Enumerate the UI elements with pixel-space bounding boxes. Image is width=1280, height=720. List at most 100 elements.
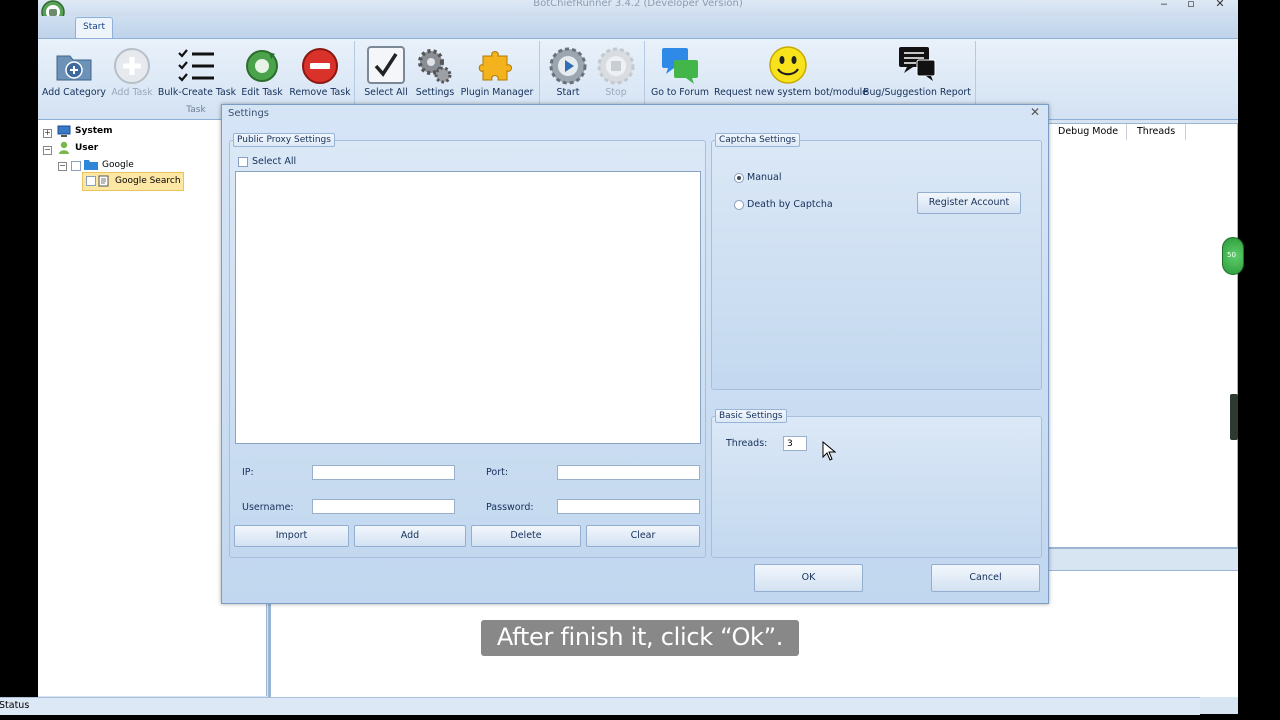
video-caption: After finish it, click “Ok”. xyxy=(481,620,799,656)
select-all-label: Select All xyxy=(364,87,408,98)
captcha-settings-group: Captcha Settings Manual Death by Captcha… xyxy=(711,133,1042,390)
play-gear-icon xyxy=(549,47,587,85)
add-category-label: Add Category xyxy=(42,87,106,98)
import-button[interactable]: Import xyxy=(234,525,349,547)
side-scroll-tab[interactable] xyxy=(1230,394,1238,440)
proxy-list[interactable] xyxy=(235,171,701,444)
threads-field[interactable] xyxy=(783,436,807,451)
task-list-panel: Debug Mode Threads xyxy=(1047,123,1238,548)
refresh-gear-icon xyxy=(246,50,278,82)
computer-icon xyxy=(57,125,71,137)
cancel-button[interactable]: Cancel xyxy=(931,564,1040,592)
mouse-cursor-icon xyxy=(822,441,836,461)
bulk-create-task-button[interactable]: Bulk-Create Task xyxy=(158,41,236,103)
basic-settings-group: Basic Settings Threads: xyxy=(711,409,1042,558)
captcha-settings-title: Captcha Settings xyxy=(715,133,800,147)
stop-label: Stop xyxy=(605,87,627,98)
folder-icon xyxy=(84,160,98,170)
tree-expand-toggle[interactable]: + xyxy=(43,129,52,138)
folder-add-icon xyxy=(56,55,92,81)
dialog-title: Settings xyxy=(228,108,270,119)
bulk-create-label: Bulk-Create Task xyxy=(157,87,237,98)
tree-node-google[interactable]: Google xyxy=(102,160,134,170)
task-page-icon xyxy=(98,175,109,187)
title-bar: BotChiefRunner 3.4.2 (Developer Version)… xyxy=(38,0,1238,24)
ip-label: IP: xyxy=(242,467,254,478)
checklist-icon xyxy=(178,49,214,82)
start-button[interactable]: Start xyxy=(546,41,590,103)
tree-node-user[interactable]: User xyxy=(75,143,98,153)
add-task-label: Add Task xyxy=(111,87,153,98)
tree-collapse-toggle[interactable]: − xyxy=(43,146,52,155)
password-field[interactable] xyxy=(557,499,700,514)
edit-task-label: Edit Task xyxy=(241,87,283,98)
maximize-button[interactable]: ▫ xyxy=(1182,0,1200,10)
proxy-settings-group: Public Proxy Settings Select All IP: Por… xyxy=(229,133,706,558)
select-all-label: Select All xyxy=(252,156,297,167)
settings-dialog: Settings ✕ Public Proxy Settings Select … xyxy=(221,104,1049,604)
remove-task-label: Remove Task xyxy=(289,87,351,98)
clear-proxy-button[interactable]: Clear xyxy=(586,525,700,547)
port-label: Port: xyxy=(486,467,509,478)
remove-task-button[interactable]: Remove Task xyxy=(289,41,351,103)
tree-node-google-search[interactable]: Google Search xyxy=(115,176,181,186)
tree-checkbox[interactable] xyxy=(71,161,81,171)
checkbox-icon xyxy=(367,46,405,84)
edit-task-button[interactable]: Edit Task xyxy=(239,41,285,103)
bug-report-button[interactable]: Bug/Suggestion Report xyxy=(863,41,971,103)
add-proxy-button[interactable]: Add xyxy=(354,525,466,547)
select-all-button[interactable]: Select All xyxy=(364,41,408,103)
port-field[interactable] xyxy=(557,465,700,480)
tree-node-system[interactable]: System xyxy=(75,126,113,136)
ip-field[interactable] xyxy=(312,465,455,480)
stop-button[interactable]: Stop xyxy=(594,41,638,103)
username-label: Username: xyxy=(242,502,294,513)
minimize-button[interactable]: ‒ xyxy=(1155,0,1173,10)
settings-button[interactable]: Settings xyxy=(415,41,455,103)
register-account-button[interactable]: Register Account xyxy=(917,192,1021,214)
manual-radio[interactable] xyxy=(734,173,744,183)
bug-report-label: Bug/Suggestion Report xyxy=(863,87,971,98)
ribbon-tab-strip: Start xyxy=(38,16,1238,39)
plugin-manager-button[interactable]: Plugin Manager xyxy=(461,41,533,103)
close-window-button[interactable]: ✕ xyxy=(1211,0,1229,10)
basic-settings-title: Basic Settings xyxy=(715,409,787,423)
plus-circle-icon xyxy=(114,48,150,84)
user-icon xyxy=(59,141,69,154)
death-by-captcha-radio[interactable] xyxy=(734,200,744,210)
chat-bubbles-icon xyxy=(662,48,698,84)
delete-proxy-button[interactable]: Delete xyxy=(471,525,581,547)
tab-start[interactable]: Start xyxy=(75,17,113,39)
status-bar: Status xyxy=(0,697,1200,715)
column-threads[interactable]: Threads xyxy=(1127,124,1186,140)
side-widget-value: 50 xyxy=(1227,251,1236,259)
puzzle-icon xyxy=(478,51,512,81)
select-all-checkbox[interactable] xyxy=(238,157,248,167)
column-debug-mode[interactable]: Debug Mode xyxy=(1048,124,1127,140)
manual-label: Manual xyxy=(747,172,782,183)
status-text: Status xyxy=(0,700,30,711)
gears-icon xyxy=(418,49,452,84)
death-by-captcha-label: Death by Captcha xyxy=(747,199,833,210)
password-label: Password: xyxy=(486,502,534,513)
plugin-manager-label: Plugin Manager xyxy=(460,87,534,98)
proxy-settings-title: Public Proxy Settings xyxy=(233,133,335,147)
ok-button[interactable]: OK xyxy=(754,564,863,592)
side-widget-badge[interactable]: 50 xyxy=(1222,237,1244,275)
threads-label: Threads: xyxy=(726,438,768,449)
panel-splitter[interactable] xyxy=(1047,548,1238,569)
request-bot-button[interactable]: Request new system bot/module xyxy=(714,41,868,103)
add-category-button[interactable]: Add Category xyxy=(42,41,106,103)
tree-collapse-toggle[interactable]: − xyxy=(58,162,67,171)
tree-checkbox[interactable] xyxy=(86,176,96,186)
smiley-icon xyxy=(769,46,807,84)
settings-label: Settings xyxy=(415,87,455,98)
window-title: BotChiefRunner 3.4.2 (Developer Version) xyxy=(533,0,743,9)
add-task-button[interactable]: Add Task xyxy=(110,41,154,103)
go-to-forum-label: Go to Forum xyxy=(650,87,710,98)
go-to-forum-button[interactable]: Go to Forum xyxy=(651,41,709,103)
dialog-close-button[interactable]: ✕ xyxy=(1030,105,1040,119)
stop-gear-icon xyxy=(597,47,635,85)
request-bot-label: Request new system bot/module xyxy=(714,87,868,98)
username-field[interactable] xyxy=(312,499,455,514)
